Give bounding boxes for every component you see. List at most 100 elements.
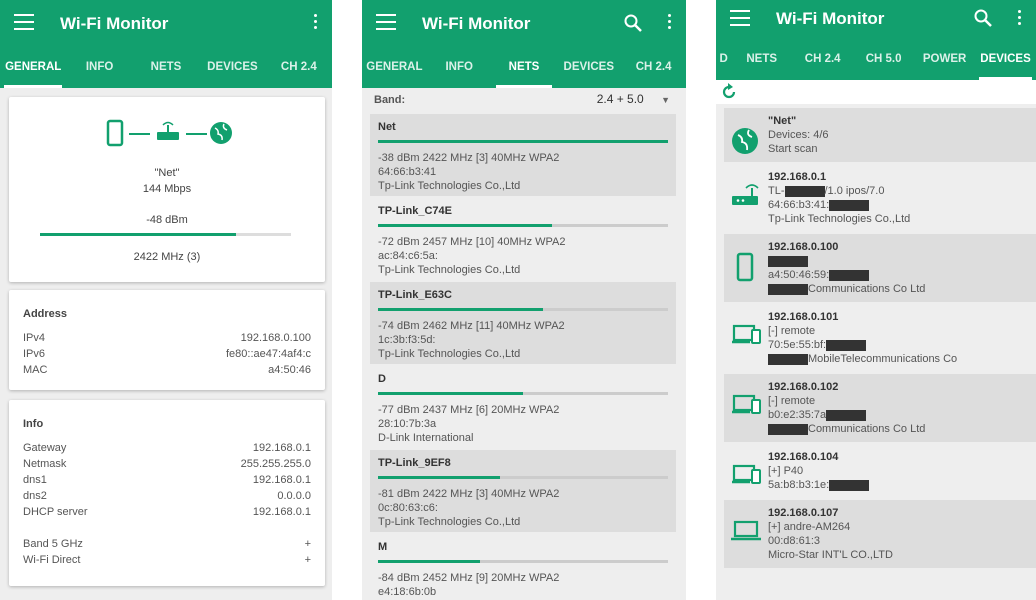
network-item[interactable]: TP-Link_9EF8 -81 dBm 2422 MHz [3] 40MHz W…: [370, 450, 676, 532]
device-detail: 70:5e:55:bf:: [768, 338, 957, 352]
tab-nets[interactable]: NETS: [133, 46, 199, 88]
band-select[interactable]: 2.4 + 5.0 ▼: [597, 92, 670, 106]
device-title: 192.168.0.102: [768, 381, 839, 393]
tab-ch24[interactable]: CH 2.4: [792, 38, 853, 80]
tab-devices[interactable]: DEVICES: [199, 46, 265, 88]
tab-general[interactable]: GENERAL: [0, 46, 66, 88]
dns2-label: dns2: [23, 490, 47, 502]
tab-general[interactable]: GENERAL: [362, 46, 427, 88]
device-detail: TL-/1.0 ipos/7.0: [768, 185, 885, 197]
address-header: Address: [23, 308, 68, 320]
router-icon: [730, 182, 762, 208]
search-icon[interactable]: [974, 9, 992, 27]
device-item[interactable]: 192.168.0.102 [-] remote b0:e2:35:7a Commun…: [724, 374, 1036, 442]
phone-icon: [106, 119, 124, 147]
tab-devices[interactable]: DEVICES: [556, 46, 621, 88]
laptop-icon: [730, 518, 762, 544]
app-title: Wi-Fi Monitor: [60, 14, 169, 33]
device-detail: Communications Co Ltd: [768, 422, 925, 436]
tab-partial[interactable]: D: [716, 38, 731, 80]
network-ssid: D: [378, 373, 386, 385]
wifi-direct-expand-icon[interactable]: +: [305, 552, 311, 568]
hamburger-menu-icon[interactable]: [730, 10, 750, 26]
netmask-label: Netmask: [23, 458, 67, 470]
network-item[interactable]: M -84 dBm 2452 MHz [9] 20MHz WPA2 e4:18:6b…: [370, 534, 676, 600]
globe-icon: [210, 122, 232, 144]
tab-nets[interactable]: NETS: [731, 38, 792, 80]
tab-info[interactable]: INFO: [427, 46, 492, 88]
network-item[interactable]: Net -38 dBm 2422 MHz [3] 40MHz WPA2 64:66:…: [370, 114, 676, 196]
tab-ch50[interactable]: CH 5.0: [853, 38, 914, 80]
app-title: Wi-Fi Monitor: [776, 9, 885, 28]
link-speed: 144 Mbps: [142, 183, 192, 195]
signal-bar-fill: [40, 233, 236, 236]
ipv6-label: IPv6: [23, 348, 46, 360]
device-title: "Net": [768, 115, 797, 127]
device-item[interactable]: 192.168.0.100 a4:50:46:59: Communications …: [724, 234, 1036, 302]
tab-power[interactable]: POWER: [914, 38, 975, 80]
redacted-text: [768, 283, 808, 295]
device-detail: [+] andre-AM264: [768, 521, 851, 533]
device-title: 192.168.0.1: [768, 171, 827, 183]
dns1-row: dns1 192.168.0.1: [23, 472, 311, 488]
tab-ch24[interactable]: CH 2.4: [621, 46, 686, 88]
ipv4-row: IPv4 192.168.0.100: [23, 330, 311, 346]
band5-row[interactable]: Band 5 GHz +: [23, 536, 311, 552]
tab-info[interactable]: INFO: [66, 46, 132, 88]
app-title: Wi-Fi Monitor: [422, 14, 531, 33]
mac-row: MAC a4:50:46: [23, 362, 311, 378]
redacted-text: [768, 255, 808, 267]
device-item[interactable]: 192.168.0.101 [-] remote 70:5e:55:bf: Mobil…: [724, 304, 1036, 372]
connection-diagram: [106, 119, 232, 147]
screen-general: Wi-Fi Monitor GENERAL INFO NETS DEVICES …: [0, 0, 332, 600]
band5-expand-icon[interactable]: +: [305, 536, 311, 552]
device-detail: Start scan: [768, 143, 818, 155]
signal-bar: [40, 233, 291, 236]
screen-devices: Wi-Fi Monitor D NETS CH 2.4 CH 5.0 POWER…: [716, 0, 1036, 600]
overflow-menu-icon[interactable]: [668, 14, 672, 32]
device-detail: a4:50:46:59:: [768, 268, 925, 282]
device-item[interactable]: 192.168.0.107 [+] andre-AM264 00:d8:61:3 Mi…: [724, 500, 1036, 568]
tab-ch24[interactable]: CH 2.4: [266, 46, 332, 88]
network-vendor: Tp-Link Technologies Co.,Ltd: [378, 264, 521, 276]
device-detail: Communications Co Ltd: [768, 282, 925, 296]
overflow-menu-icon[interactable]: [1018, 10, 1022, 28]
network-details: -74 dBm 2462 MHz [11] 40MHz WPA2: [378, 320, 565, 332]
tab-nets[interactable]: NETS: [492, 46, 557, 88]
redacted-text: [829, 199, 870, 211]
overflow-menu-icon[interactable]: [314, 14, 318, 32]
tab-devices[interactable]: DEVICES: [975, 38, 1036, 80]
network-item[interactable]: TP-Link_E63C -74 dBm 2462 MHz [11] 40MHz …: [370, 282, 676, 364]
device-item[interactable]: "Net" Devices: 4/6 Start scan: [724, 108, 1036, 162]
connection-card: "Net" 144 Mbps -48 dBm 2422 MHz (3): [9, 97, 325, 282]
signal-bar: [378, 392, 668, 395]
signal-strength: -48 dBm: [146, 214, 188, 226]
network-item[interactable]: D -77 dBm 2437 MHz [6] 20MHz WPA2 28:10:7b…: [370, 366, 676, 448]
signal-bar-fill: [378, 392, 523, 395]
mac-value: a4:50:46: [268, 364, 311, 376]
hamburger-menu-icon[interactable]: [14, 14, 34, 30]
signal-bar-fill: [378, 224, 552, 227]
network-item[interactable]: TP-Link_C74E -72 dBm 2457 MHz [10] 40MHz …: [370, 198, 676, 280]
device-detail: 00:d8:61:3: [768, 535, 820, 547]
phone-icon: [730, 252, 762, 282]
gateway-row: Gateway 192.168.0.1: [23, 440, 311, 456]
gateway-label: Gateway: [23, 442, 67, 454]
info-card: Info Gateway 192.168.0.1 Netmask 255.255.2…: [9, 400, 325, 586]
address-card: Address IPv4 192.168.0.100 IPv6 fe80::ae47…: [9, 290, 325, 390]
refresh-icon[interactable]: [720, 83, 738, 101]
device-detail: Tp-Link Technologies Co.,Ltd: [768, 213, 911, 225]
wifi-direct-row[interactable]: Wi-Fi Direct +: [23, 552, 311, 568]
signal-bar: [378, 224, 668, 227]
device-item[interactable]: 192.168.0.1 TL-/1.0 ipos/7.0 64:66:b3:41: T…: [724, 164, 1036, 232]
device-item[interactable]: 192.168.0.104 [+] P40 5a:b8:b3:1e:: [724, 444, 1036, 498]
signal-bar-fill: [378, 476, 500, 479]
search-icon[interactable]: [624, 14, 642, 32]
network-details: -84 dBm 2452 MHz [9] 20MHz WPA2: [378, 572, 560, 584]
app-bar: Wi-Fi Monitor GENERAL INFO NETS DEVICES …: [362, 0, 686, 88]
ipv4-label: IPv4: [23, 332, 46, 344]
mac-label: MAC: [23, 364, 48, 376]
netmask-value: 255.255.255.0: [240, 458, 311, 470]
device-title: 192.168.0.100: [768, 241, 839, 253]
hamburger-menu-icon[interactable]: [376, 14, 396, 30]
